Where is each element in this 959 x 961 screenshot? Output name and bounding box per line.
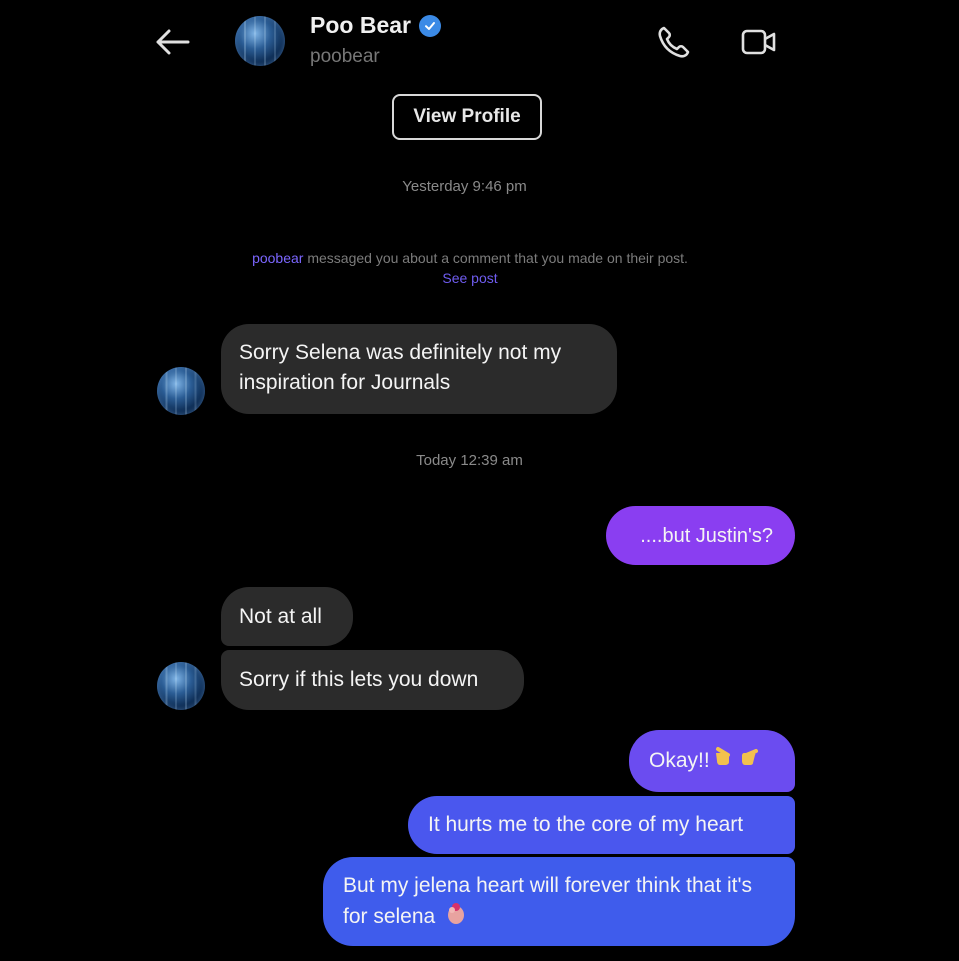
contact-username: poobear xyxy=(310,46,380,67)
contact-name[interactable]: Poo Bear xyxy=(310,12,441,39)
see-post-link[interactable]: See post xyxy=(150,270,790,286)
message-text: Okay!! xyxy=(649,749,710,772)
arrow-left-icon xyxy=(156,29,190,55)
verified-badge-icon xyxy=(418,14,441,37)
view-profile-button[interactable]: View Profile xyxy=(392,94,542,140)
timestamp: Today 12:39 am xyxy=(416,452,523,469)
notice-username-link[interactable]: poobear xyxy=(252,250,303,266)
message-text: But my jelena heart will forever think t… xyxy=(343,874,753,929)
message-sent[interactable]: ....but Justin's? xyxy=(606,506,795,565)
avatar[interactable] xyxy=(157,367,205,415)
pinching-hand-emoji xyxy=(445,901,467,934)
phone-icon xyxy=(658,26,690,58)
timestamp: Yesterday 9:46 pm xyxy=(402,178,527,195)
back-button[interactable] xyxy=(150,22,194,62)
message-sent[interactable]: It hurts me to the core of my heart xyxy=(408,796,795,854)
call-button[interactable] xyxy=(650,18,698,66)
message-received[interactable]: Sorry Selena was definitely not my inspi… xyxy=(221,324,617,414)
avatar[interactable] xyxy=(157,662,205,710)
message-sent[interactable]: Okay!! xyxy=(629,730,795,792)
avatar[interactable] xyxy=(235,16,285,66)
pointing-fingers-emoji xyxy=(714,745,758,778)
message-sent[interactable]: But my jelena heart will forever think t… xyxy=(323,857,795,946)
message-received[interactable]: Sorry if this lets you down xyxy=(221,650,524,710)
contact-name-label: Poo Bear xyxy=(310,12,411,38)
comment-notice: poobear messaged you about a comment tha… xyxy=(150,249,790,268)
message-received[interactable]: Not at all xyxy=(221,587,353,646)
video-call-button[interactable] xyxy=(735,18,783,66)
video-camera-icon xyxy=(741,29,776,55)
notice-text: messaged you about a comment that you ma… xyxy=(303,250,688,266)
